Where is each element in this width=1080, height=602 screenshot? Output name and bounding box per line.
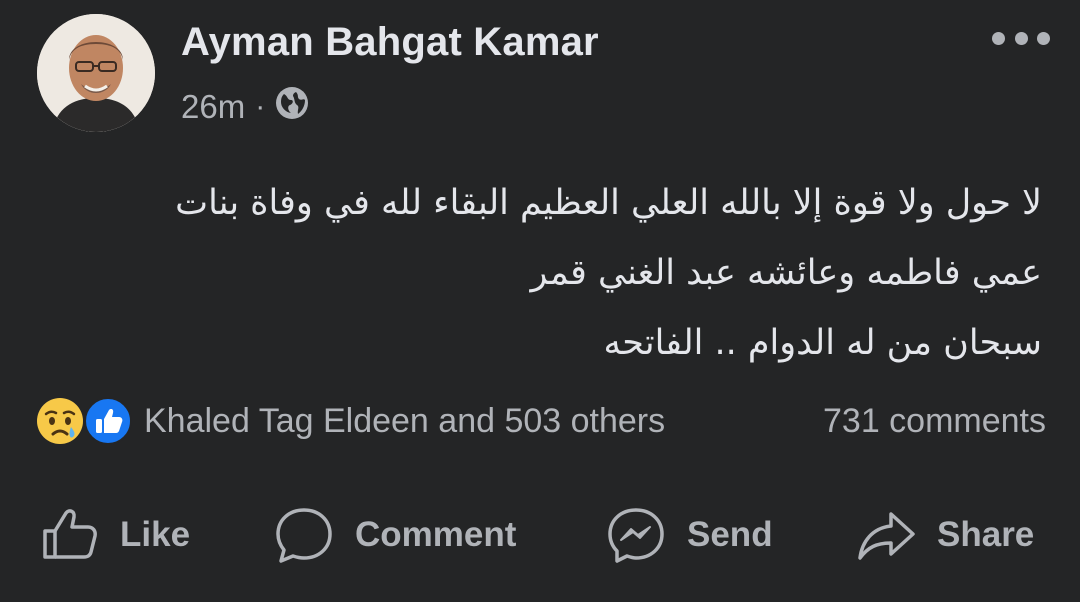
facebook-post: Ayman Bahgat Kamar 26m · لا حول ولا قوة … — [0, 0, 1080, 602]
post-text-line: لا حول ولا قوة إلا بالله العلي العظيم ال… — [175, 183, 1042, 223]
avatar-image — [37, 14, 155, 132]
reaction-icons[interactable] — [36, 395, 136, 447]
reaction-summary[interactable]: Khaled Tag Eldeen and 503 others — [144, 402, 665, 441]
share-arrow-icon — [858, 512, 915, 560]
avatar[interactable] — [37, 14, 155, 132]
like-reaction-icon — [84, 397, 132, 445]
comment-bubble-icon — [276, 508, 332, 563]
sad-reaction-icon — [37, 398, 83, 444]
comment-label: Comment — [355, 515, 517, 554]
globe-icon[interactable] — [275, 86, 309, 128]
reactions-bar: Khaled Tag Eldeen and 503 others 731 com… — [36, 395, 1046, 447]
like-button[interactable]: Like — [40, 500, 190, 570]
meta-separator: · — [255, 90, 266, 123]
comments-count[interactable]: 731 comments — [823, 402, 1046, 441]
author-name[interactable]: Ayman Bahgat Kamar — [181, 20, 599, 65]
like-label: Like — [120, 515, 191, 554]
send-button[interactable]: Send — [605, 500, 773, 570]
post-text-line: عمي فاطمه وعائشه عبد الغني قمر — [530, 253, 1042, 293]
post-time[interactable]: 26m — [181, 88, 245, 126]
send-label: Send — [687, 515, 773, 554]
comment-button[interactable]: Comment — [273, 500, 516, 570]
post-text: لا حول ولا قوة إلا بالله العلي العظيم ال… — [32, 168, 1042, 378]
share-button[interactable]: Share — [855, 500, 1034, 570]
action-bar: Like Comment Send Share — [0, 500, 1080, 570]
share-label: Share — [937, 515, 1035, 554]
post-meta: 26m · — [181, 86, 309, 128]
thumbs-up-icon — [43, 509, 97, 559]
post-text-line: سبحان من له الدوام .. الفاتحه — [603, 323, 1042, 363]
messenger-icon — [608, 508, 664, 563]
more-options-icon[interactable] — [992, 26, 1050, 50]
